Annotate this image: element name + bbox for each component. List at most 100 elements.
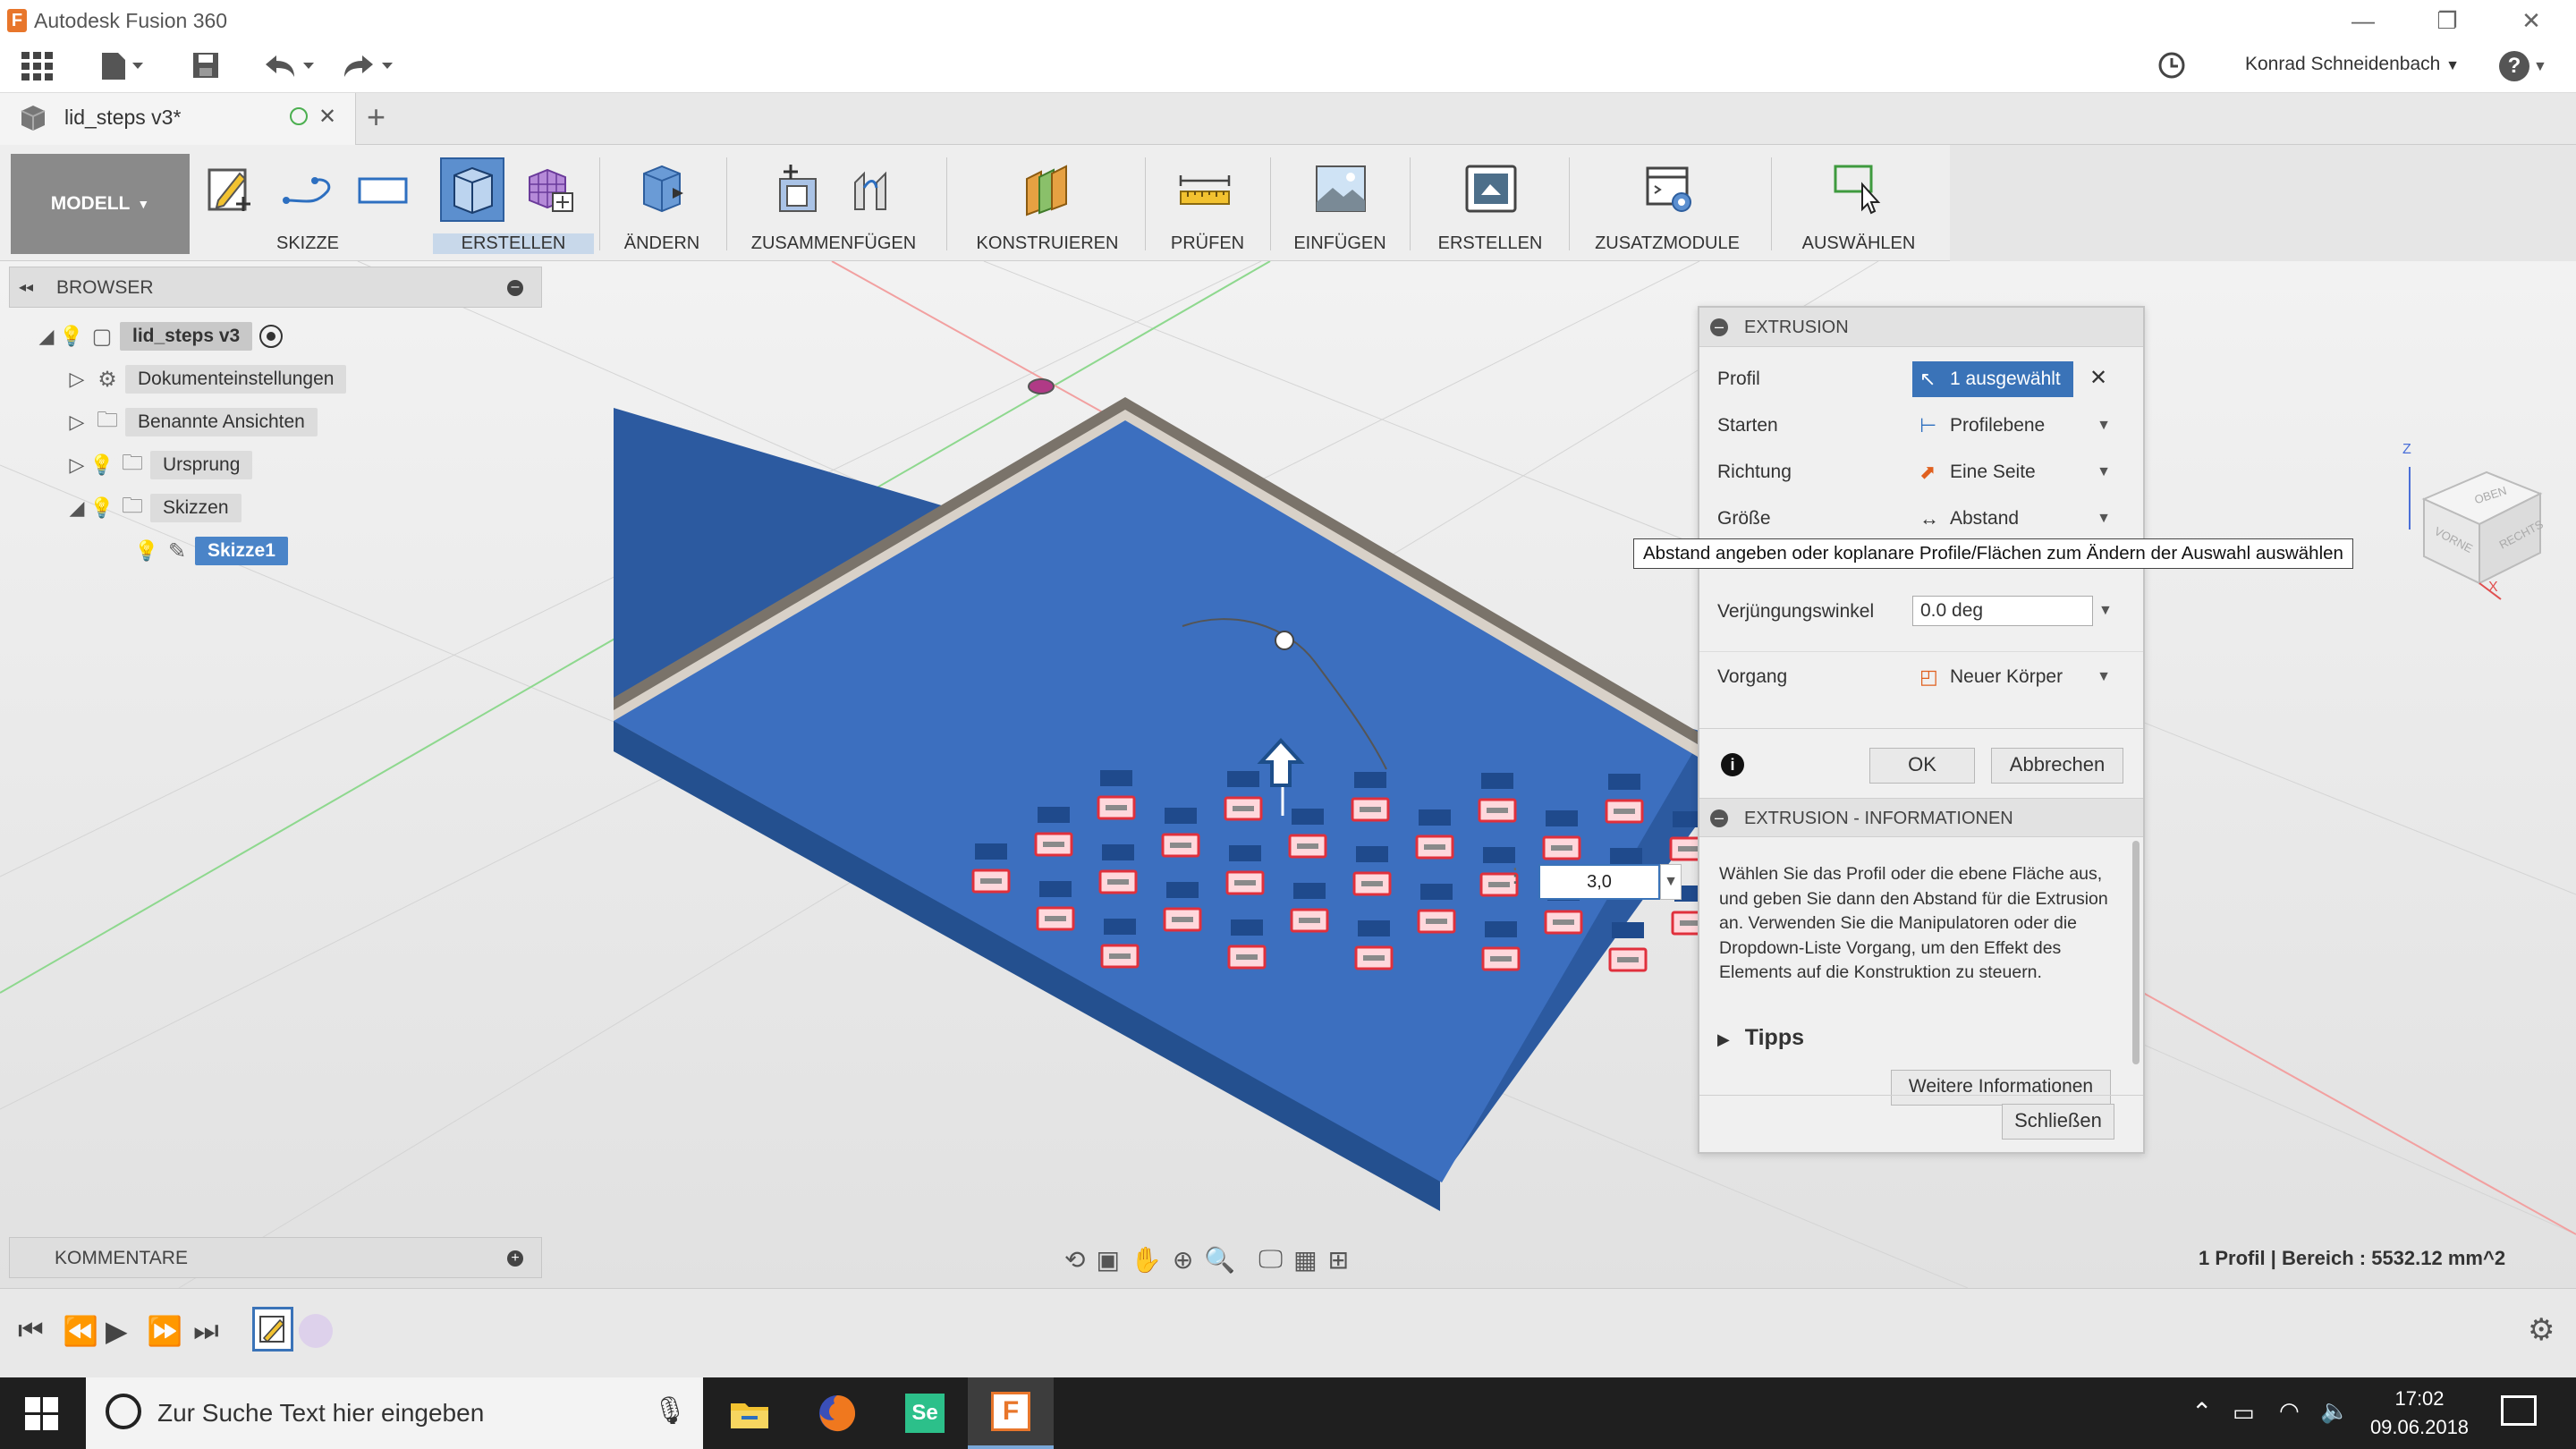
- info-section-header[interactable]: – EXTRUSION - INFORMATIONEN: [1699, 798, 2143, 837]
- start-select[interactable]: ⊢ Profilebene ▼: [1912, 408, 2118, 444]
- taper-angle-input[interactable]: 0.0 deg: [1912, 596, 2093, 626]
- info-scrollbar[interactable]: [2132, 841, 2140, 1064]
- create-sketch-icon[interactable]: [204, 161, 258, 216]
- volume-icon[interactable]: 🔈: [2320, 1397, 2349, 1425]
- model-canvas[interactable]: [0, 261, 2576, 1288]
- taskbar-search-box[interactable]: Zur Suche Text hier eingeben 🎙: [86, 1377, 703, 1449]
- visibility-bulb-icon[interactable]: 💡: [134, 539, 159, 563]
- se-app-taskbar-icon[interactable]: Se: [882, 1377, 968, 1449]
- file-explorer-taskbar-icon[interactable]: [707, 1377, 792, 1449]
- collapse-dialog-icon[interactable]: –: [1710, 318, 1728, 336]
- line-icon[interactable]: [279, 161, 333, 216]
- notifications-icon[interactable]: [2501, 1395, 2537, 1426]
- step-forward-icon[interactable]: ⏩: [147, 1314, 182, 1348]
- go-to-start-icon[interactable]: ⏮: [18, 1314, 44, 1348]
- ribbon-group-make[interactable]: ERSTELLEN: [1419, 145, 1562, 261]
- scripts-addins-icon[interactable]: [1642, 161, 1696, 216]
- collapse-triangle-icon[interactable]: ◢: [34, 325, 59, 348]
- add-comment-icon[interactable]: +: [507, 1250, 523, 1267]
- go-to-end-icon[interactable]: ⏭: [193, 1314, 219, 1348]
- minimize-button[interactable]: —: [2336, 4, 2390, 38]
- workspace-switcher[interactable]: MODELL ▼: [11, 154, 190, 254]
- grid-settings-icon[interactable]: ▦: [1293, 1245, 1317, 1275]
- insert-image-icon[interactable]: [1313, 161, 1367, 216]
- battery-icon[interactable]: ▭: [2233, 1399, 2255, 1427]
- ribbon-group-modify[interactable]: ÄNDERN: [608, 145, 716, 261]
- cancel-button[interactable]: Abbrechen: [1991, 748, 2123, 784]
- fit-icon[interactable]: 🔍: [1204, 1245, 1235, 1275]
- ok-button[interactable]: OK: [1869, 748, 1975, 784]
- select-icon[interactable]: [1832, 161, 1885, 216]
- browser-minimize-icon[interactable]: –: [507, 280, 523, 296]
- 3d-print-icon[interactable]: [1463, 161, 1517, 216]
- help-dropdown-icon[interactable]: ▼: [2533, 59, 2547, 75]
- comments-panel-header[interactable]: KOMMENTARE +: [9, 1237, 542, 1278]
- close-button[interactable]: ✕: [2504, 4, 2558, 38]
- redo-icon[interactable]: [336, 50, 399, 84]
- help-icon[interactable]: ?: [2499, 51, 2529, 81]
- viewcube[interactable]: OBEN VORNE RECHTS Z X: [2397, 440, 2558, 601]
- offset-plane-icon[interactable]: [1020, 161, 1073, 216]
- zoom-window-icon[interactable]: ⊕: [1173, 1245, 1193, 1275]
- fusion-taskbar-icon[interactable]: F: [968, 1377, 1054, 1449]
- document-tab[interactable]: lid_steps v3* ✕: [0, 93, 356, 145]
- undo-icon[interactable]: [258, 50, 320, 84]
- form-icon[interactable]: [521, 161, 574, 216]
- data-panel-grid-icon[interactable]: [16, 50, 59, 84]
- direction-select[interactable]: ⬈ Eine Seite ▼: [1912, 454, 2118, 490]
- ribbon-group-addins[interactable]: ZUSATZMODULE: [1578, 145, 1757, 261]
- new-component-icon[interactable]: [771, 161, 825, 216]
- save-icon[interactable]: [186, 50, 225, 84]
- expand-triangle-icon[interactable]: ▷: [64, 411, 89, 434]
- press-pull-icon[interactable]: [633, 161, 687, 216]
- taskbar-clock[interactable]: 17:02 09.06.2018: [2361, 1385, 2478, 1442]
- dialog-header[interactable]: – EXTRUSION: [1699, 308, 2143, 347]
- timeline-sketch-feature[interactable]: [252, 1307, 293, 1352]
- new-tab-button[interactable]: +: [367, 98, 386, 136]
- timeline-settings-gear-icon[interactable]: ⚙: [2528, 1312, 2555, 1348]
- tree-item-origin[interactable]: ▷ 💡 🗀 Ursprung: [34, 449, 346, 481]
- measure-icon[interactable]: [1177, 161, 1231, 216]
- tree-item-sketches[interactable]: ◢ 💡 🗀 Skizzen: [34, 492, 346, 524]
- tree-item-root[interactable]: ◢ 💡 ▢ lid_steps v3: [34, 320, 346, 352]
- collapse-browser-icon[interactable]: ◂◂: [19, 278, 33, 296]
- look-at-icon[interactable]: ▣: [1096, 1245, 1119, 1275]
- operation-select[interactable]: ◰ Neuer Körper ▼: [1912, 659, 2118, 695]
- collapse-triangle-icon[interactable]: ◢: [64, 496, 89, 520]
- timeline-marker-icon[interactable]: [299, 1314, 333, 1348]
- firefox-taskbar-icon[interactable]: [794, 1377, 880, 1449]
- windows-start-icon[interactable]: [25, 1397, 59, 1436]
- collapse-info-icon[interactable]: –: [1710, 809, 1728, 827]
- taper-dropdown-icon[interactable]: ▼: [2098, 603, 2113, 619]
- expand-triangle-icon[interactable]: ▷: [64, 453, 89, 477]
- browser-panel-header[interactable]: ◂◂ BROWSER –: [9, 267, 542, 308]
- viewports-icon[interactable]: ⊞: [1328, 1245, 1349, 1275]
- 3d-viewport[interactable]: OBEN VORNE RECHTS Z X: [0, 261, 2576, 1288]
- display-settings-icon[interactable]: 🖵: [1258, 1245, 1283, 1275]
- tray-overflow-icon[interactable]: ⌃: [2191, 1397, 2212, 1427]
- step-back-icon[interactable]: ⏪: [63, 1314, 98, 1348]
- orbit-icon[interactable]: ⟲: [1064, 1245, 1085, 1275]
- ribbon-group-insert[interactable]: EINFÜGEN: [1277, 145, 1402, 261]
- ribbon-group-construct[interactable]: KONSTRUIEREN: [953, 145, 1141, 261]
- pan-icon[interactable]: ✋: [1131, 1245, 1162, 1275]
- expand-triangle-icon[interactable]: ▷: [64, 368, 89, 391]
- clear-selection-icon[interactable]: ✕: [2089, 365, 2107, 391]
- play-icon[interactable]: ▶: [106, 1314, 128, 1348]
- distance-dropdown-icon[interactable]: ▼: [1660, 864, 1682, 900]
- ribbon-group-sketch[interactable]: SKIZZE: [200, 145, 415, 261]
- distance-input[interactable]: 3,0: [1538, 864, 1660, 900]
- rectangle-icon[interactable]: [354, 161, 408, 216]
- ribbon-group-assemble[interactable]: ZUSAMMENFÜGEN: [735, 145, 932, 261]
- microphone-icon[interactable]: 🎙: [653, 1395, 687, 1427]
- close-tab-icon[interactable]: ✕: [318, 104, 336, 130]
- joint-icon[interactable]: [846, 161, 900, 216]
- visibility-bulb-icon[interactable]: 💡: [59, 325, 84, 348]
- wifi-icon[interactable]: ◠: [2279, 1397, 2300, 1425]
- tree-item-named-views[interactable]: ▷ 🗀 Benannte Ansichten: [34, 406, 346, 438]
- user-account-menu[interactable]: Konrad Schneidenbach ▼: [2245, 54, 2460, 75]
- more-info-button[interactable]: Weitere Informationen: [1891, 1070, 2111, 1106]
- job-status-clock-icon[interactable]: [2154, 50, 2190, 84]
- file-menu-icon[interactable]: [95, 50, 148, 84]
- visibility-bulb-icon[interactable]: 💡: [89, 496, 114, 520]
